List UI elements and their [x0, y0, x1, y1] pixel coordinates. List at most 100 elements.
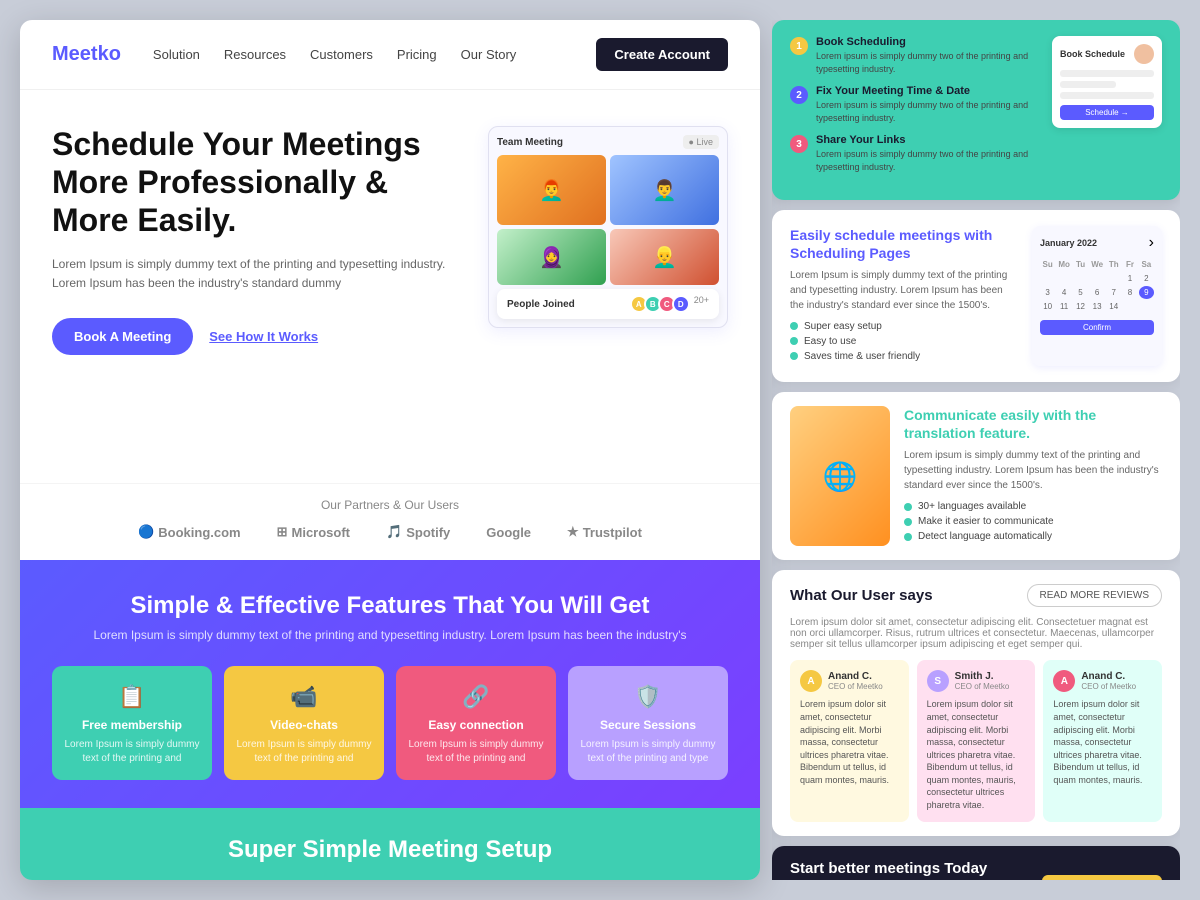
trans-feat-label-2: Make it easier to communicate	[918, 516, 1054, 527]
rc-text-1: Lorem ipsum dolor sit amet, consectetur …	[800, 698, 899, 786]
secure-icon: 🛡️	[580, 684, 716, 710]
hero-buttons: Book A Meeting See How It Works	[52, 318, 468, 355]
feature-name-video: Video-chats	[236, 718, 372, 732]
nav-solution[interactable]: Solution	[153, 47, 200, 62]
step-title-3: Share Your Links	[816, 134, 1040, 146]
sch-dot-2	[790, 337, 798, 345]
cal-day-5[interactable]: 5	[1073, 286, 1088, 299]
sch-feat-label-3: Saves time & user friendly	[804, 351, 920, 362]
hero-section: Schedule Your Meetings More Professional…	[20, 90, 760, 483]
see-how-button[interactable]: See How It Works	[209, 329, 318, 344]
cal-day-11[interactable]: 11	[1056, 300, 1072, 313]
mockup-button: Schedule →	[1060, 105, 1154, 120]
cal-day-12[interactable]: 12	[1073, 300, 1088, 313]
cal-day-13[interactable]: 13	[1089, 300, 1105, 313]
mockup-title: Book Schedule	[1060, 49, 1125, 59]
step-desc-1: Lorem ipsum is simply dummy two of the p…	[816, 50, 1040, 75]
calendar-grid: Su Mo Tu We Th Fr Sa 1 2 3 4 5 6 7 8	[1040, 258, 1154, 335]
feature-card-connection: 🔗 Easy connection Lorem Ipsum is simply …	[396, 666, 556, 780]
calendar-month: January 2022	[1040, 238, 1097, 248]
feature-card-secure: 🛡️ Secure Sessions Lorem Ipsum is simply…	[568, 666, 728, 780]
cal-day-4[interactable]: 4	[1056, 286, 1072, 299]
nav-our-story[interactable]: Our Story	[461, 47, 517, 62]
navbar: Meetko Solution Resources Customers Pric…	[20, 20, 760, 90]
booking-icon: 🔵	[138, 524, 154, 540]
setup-mockup: Book Schedule Schedule →	[1052, 36, 1162, 128]
cal-day-10[interactable]: 10	[1040, 300, 1055, 313]
rc-name-3: Anand C.	[1081, 671, 1136, 682]
trans-dot-1	[904, 503, 912, 511]
scheduling-section: Easily schedule meetings with Scheduling…	[772, 210, 1180, 382]
cal-header-mo: Mo	[1056, 258, 1072, 271]
try-free-button[interactable]: TRY FOR FREE	[1042, 875, 1162, 880]
translation-content: Communicate easily with the translation …	[904, 406, 1162, 546]
translation-title: Communicate easily with the translation …	[904, 406, 1162, 442]
scheduling-title: Easily schedule meetings with Scheduling…	[790, 226, 1018, 262]
cal-header-tu: Tu	[1073, 258, 1088, 271]
nav-resources[interactable]: Resources	[224, 47, 286, 62]
step-num-1: 1	[790, 37, 808, 55]
translation-desc: Lorem ipsum is simply dummy text of the …	[904, 448, 1162, 493]
rc-header-3: A Anand C. CEO of Meetko	[1053, 670, 1152, 692]
logo-accent: ko	[98, 43, 121, 65]
cal-header-th: Th	[1106, 258, 1121, 271]
cal-day-7[interactable]: 7	[1106, 286, 1121, 299]
step-content-1: Book Scheduling Lorem ipsum is simply du…	[816, 36, 1040, 75]
partner-spotify: 🎵 Spotify	[386, 524, 450, 540]
calendar-nav-icon[interactable]: ›	[1149, 234, 1154, 252]
rc-avatar-2: S	[927, 670, 949, 692]
sch-feature-2: Easy to use	[790, 336, 1018, 347]
confirm-date-button[interactable]: Confirm	[1040, 320, 1154, 335]
microsoft-icon: ⊞	[277, 524, 288, 540]
step-num-2: 2	[790, 86, 808, 104]
video-badge: ● Live	[683, 135, 719, 149]
nav-links: Solution Resources Customers Pricing Our…	[153, 47, 564, 62]
feature-desc-connection: Lorem Ipsum is simply dummy text of the …	[408, 738, 544, 766]
cal-day-1[interactable]: 1	[1122, 272, 1137, 285]
trans-feat-label-1: 30+ languages available	[918, 501, 1026, 512]
partners-logos: 🔵 Booking.com ⊞ Microsoft 🎵 Spotify Goog…	[52, 524, 728, 540]
rc-info-2: Smith J. CEO of Meetko	[955, 671, 1010, 691]
membership-icon: 📋	[64, 684, 200, 710]
trans-feat-3: Detect language automatically	[904, 531, 1162, 542]
hero-text: Schedule Your Meetings More Professional…	[52, 126, 468, 355]
reviews-header: What Our User says READ MORE REVIEWS	[790, 584, 1162, 607]
hero-subtitle: Lorem Ipsum is simply dummy text of the …	[52, 255, 468, 293]
nav-customers[interactable]: Customers	[310, 47, 373, 62]
create-account-button[interactable]: Create Account	[596, 38, 728, 71]
video-cell-1: 👨‍🦰	[497, 155, 606, 225]
partner-booking: 🔵 Booking.com	[138, 524, 241, 540]
bottom-teal-title-white: Super Simple	[228, 836, 381, 863]
reviews-desc: Lorem ipsum dolor sit amet, consectetur …	[790, 617, 1162, 650]
translation-section: 🌐 Communicate easily with the translatio…	[772, 392, 1180, 560]
sch-dot-1	[790, 322, 798, 330]
cal-day-empty	[1073, 272, 1088, 285]
video-cell-2: 👨‍🦱	[610, 155, 719, 225]
logo: Meetko	[52, 43, 121, 66]
cal-day-8[interactable]: 8	[1122, 286, 1137, 299]
step-title-1: Book Scheduling	[816, 36, 1040, 48]
bottom-teal-title-dark: Meeting Setup	[388, 836, 552, 863]
features-section: Simple & Effective Features That You Wil…	[20, 560, 760, 808]
reviews-title: What Our User says	[790, 587, 933, 604]
cal-day-9[interactable]: 9	[1139, 286, 1154, 299]
cal-day-14[interactable]: 14	[1106, 300, 1121, 313]
rc-header-2: S Smith J. CEO of Meetko	[927, 670, 1026, 692]
nav-pricing[interactable]: Pricing	[397, 47, 437, 62]
step-content-3: Share Your Links Lorem ipsum is simply d…	[816, 134, 1040, 173]
partner-microsoft: ⊞ Microsoft	[277, 524, 350, 540]
trans-dot-2	[904, 518, 912, 526]
bottom-teal-title: Super Simple Meeting Setup	[52, 836, 728, 864]
reviews-section: What Our User says READ MORE REVIEWS Lor…	[772, 570, 1180, 835]
book-meeting-button[interactable]: Book A Meeting	[52, 318, 193, 355]
sch-dot-3	[790, 352, 798, 360]
features-title: Simple & Effective Features That You Wil…	[52, 592, 728, 620]
cal-day-3[interactable]: 3	[1040, 286, 1055, 299]
cal-day-6[interactable]: 6	[1089, 286, 1105, 299]
rc-text-3: Lorem ipsum dolor sit amet, consectetur …	[1053, 698, 1152, 786]
video-icon: 📹	[236, 684, 372, 710]
trans-dot-3	[904, 533, 912, 541]
feature-name-secure: Secure Sessions	[580, 718, 716, 732]
read-more-reviews-button[interactable]: READ MORE REVIEWS	[1027, 584, 1162, 607]
cal-day-2[interactable]: 2	[1139, 272, 1154, 285]
